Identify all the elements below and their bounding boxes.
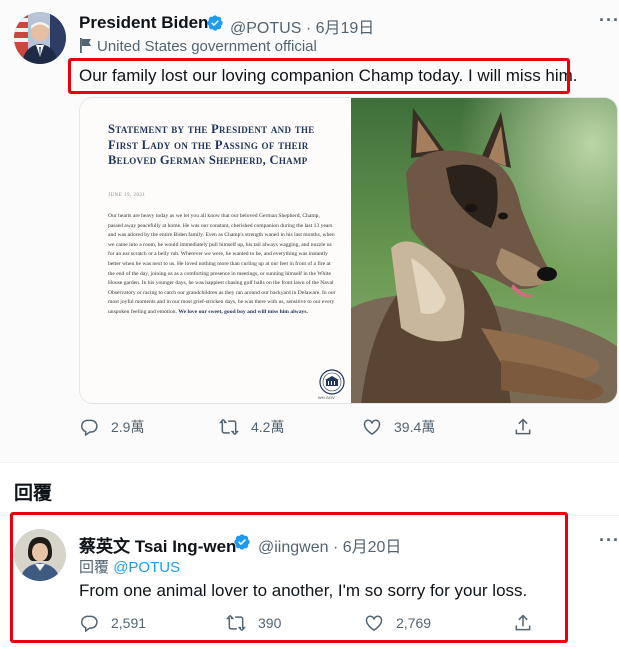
avatar-image: [14, 529, 66, 581]
author-handle[interactable]: @POTUS · 6月19日: [230, 14, 374, 38]
share-icon: [515, 418, 531, 435]
like-icon: [363, 419, 381, 435]
verified-badge-icon: [207, 15, 223, 31]
tweet-actions: 2,591 390 2,769: [79, 613, 539, 635]
champ-dog-photo: [351, 98, 617, 403]
verified-badge-icon: [234, 534, 250, 550]
retweet-icon: [226, 615, 246, 631]
reply-icon: [81, 615, 98, 633]
separator: ·: [332, 539, 339, 556]
like-count: 2,769: [396, 615, 432, 631]
section-label-replies: 回覆: [14, 483, 53, 504]
retweet-count: 390: [258, 615, 282, 631]
reply-count: 2,591: [111, 615, 147, 631]
tweet-date[interactable]: 6月20日: [343, 539, 402, 556]
white-house-seal-icon: [319, 369, 345, 395]
reply-count: 2.9萬: [111, 419, 145, 435]
share-button[interactable]: [513, 417, 545, 437]
tweet-card-potus[interactable]: President Biden @POTUS · 6月19日 ··· Unite…: [0, 0, 619, 462]
separator: ·: [305, 20, 312, 37]
statement-date: JUNE 19, 2021: [108, 193, 146, 198]
government-flag-icon: [80, 38, 91, 53]
reply-icon: [81, 419, 98, 437]
author-handle[interactable]: @iingwen · 6月20日: [258, 533, 401, 557]
share-button[interactable]: [513, 613, 545, 633]
author-name[interactable]: 蔡英文 Tsai Ing-wen: [79, 532, 236, 557]
statement-closing: We love our sweet, good boy and will mis…: [178, 308, 308, 315]
retweet-icon: [219, 419, 239, 435]
retweet-button[interactable]: 4.2萬: [219, 417, 284, 437]
retweet-button[interactable]: 390: [226, 613, 281, 633]
handle-text[interactable]: @POTUS: [230, 20, 301, 37]
author-name[interactable]: President Biden: [79, 13, 208, 33]
statement-body-text: Our hearts are heavy today as we let you…: [108, 213, 336, 315]
reply-button[interactable]: 2.9萬: [79, 417, 144, 437]
tweet-text: From one animal lover to another, I'm so…: [79, 581, 528, 600]
share-icon: [515, 614, 531, 631]
tweet-actions: 2.9萬 4.2萬 39.4萬: [79, 417, 539, 439]
government-label-text: United States government official: [97, 38, 317, 55]
statement-body: Our hearts are heavy today as we let you…: [108, 212, 336, 318]
avatar[interactable]: [14, 12, 66, 64]
government-label: United States government official: [79, 38, 317, 55]
tweet-date[interactable]: 6月19日: [316, 20, 375, 37]
like-count: 39.4萬: [394, 419, 436, 435]
seal-text: WH.GOV: [318, 395, 335, 400]
more-icon[interactable]: ···: [599, 10, 619, 31]
retweet-count: 4.2萬: [251, 419, 285, 435]
tweet-text: Our family lost our loving companion Cha…: [79, 66, 578, 85]
like-button[interactable]: 39.4萬: [362, 417, 435, 437]
statement-title: Statement by the President and the First…: [108, 122, 315, 167]
reply-button[interactable]: 2,591: [79, 613, 146, 633]
like-button[interactable]: 2,769: [364, 613, 431, 633]
avatar[interactable]: [14, 529, 66, 581]
reply-to-link[interactable]: @POTUS: [113, 559, 180, 576]
statement-image: Statement by the President and the First…: [80, 98, 351, 403]
divider: [0, 462, 619, 463]
more-icon[interactable]: ···: [599, 530, 619, 551]
avatar-image: [14, 12, 66, 64]
like-icon: [365, 615, 383, 631]
replying-to: 回覆 @POTUS: [79, 556, 180, 577]
divider: [0, 515, 619, 516]
reply-prefix: 回覆: [79, 559, 110, 576]
handle-text[interactable]: @iingwen: [258, 539, 329, 556]
tweet-media[interactable]: Statement by the President and the First…: [79, 97, 618, 404]
